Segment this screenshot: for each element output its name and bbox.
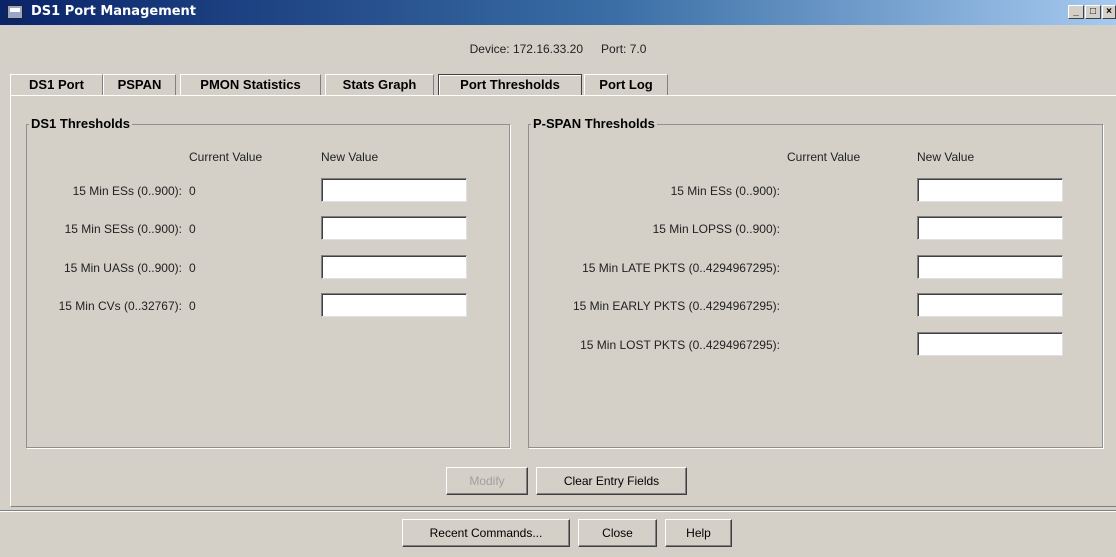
pspan-current-value-header: Current Value xyxy=(787,150,861,164)
tab-pmon-statistics[interactable]: PMON Statistics xyxy=(180,74,321,95)
ds1-cv-new-input[interactable] xyxy=(321,293,467,317)
ds1-uas-new-input[interactable] xyxy=(321,255,467,279)
device-info: Device: 172.16.33.20 Port: 7.0 xyxy=(0,42,1116,56)
clear-entry-fields-button[interactable]: Clear Entry Fields xyxy=(536,467,687,495)
ds1-cv-current: 0 xyxy=(189,299,196,313)
tab-ds1-port[interactable]: DS1 Port xyxy=(10,74,103,95)
pspan-es-new-input[interactable] xyxy=(917,178,1063,202)
ds1-es-label: 15 Min ESs (0..900): xyxy=(72,184,182,198)
footer-separator xyxy=(0,510,1116,512)
help-button[interactable]: Help xyxy=(665,519,732,547)
title-bar: DS1 Port Management _ □ × xyxy=(0,0,1116,25)
ds1-ses-label: 15 Min SESs (0..900): xyxy=(64,222,182,236)
ds1-current-value-header: Current Value xyxy=(189,150,263,164)
close-window-button[interactable]: × xyxy=(1102,5,1116,19)
pspan-lost-pkts-new-input[interactable] xyxy=(917,332,1063,356)
window-title: DS1 Port Management xyxy=(31,4,197,19)
pspan-lopss-new-input[interactable] xyxy=(917,216,1063,240)
ds1-es-new-input[interactable] xyxy=(321,178,467,202)
close-button[interactable]: Close xyxy=(578,519,657,547)
tab-port-log[interactable]: Port Log xyxy=(584,74,668,95)
modify-button[interactable]: Modify xyxy=(446,467,528,495)
ds1-thresholds-group: DS1 Thresholds xyxy=(26,116,510,448)
maximize-button[interactable]: □ xyxy=(1085,5,1101,19)
pspan-es-label: 15 Min ESs (0..900): xyxy=(670,184,780,198)
pspan-lopss-label: 15 Min LOPSS (0..900): xyxy=(652,222,780,236)
pspan-late-pkts-new-input[interactable] xyxy=(917,255,1063,279)
ds1-uas-current: 0 xyxy=(189,261,196,275)
pspan-new-value-header: New Value xyxy=(917,150,975,164)
pspan-lost-pkts-label: 15 Min LOST PKTS (0..4294967295): xyxy=(580,338,780,352)
minimize-button[interactable]: _ xyxy=(1068,5,1084,19)
pspan-thresholds-group: P-SPAN Thresholds xyxy=(528,116,1103,448)
ds1-uas-label: 15 Min UASs (0..900): xyxy=(63,261,182,275)
pspan-thresholds-title: P-SPAN Thresholds xyxy=(531,116,657,131)
ds1-es-current: 0 xyxy=(189,184,196,198)
ds1-thresholds-title: DS1 Thresholds xyxy=(29,116,132,131)
pspan-early-pkts-new-input[interactable] xyxy=(917,293,1063,317)
ds1-cv-label: 15 Min CVs (0..32767): xyxy=(58,299,182,313)
app-icon xyxy=(7,5,23,19)
recent-commands-button[interactable]: Recent Commands... xyxy=(402,519,570,547)
pspan-early-pkts-label: 15 Min EARLY PKTS (0..4294967295): xyxy=(572,299,780,313)
tab-port-thresholds[interactable]: Port Thresholds xyxy=(438,74,582,95)
ds1-ses-new-input[interactable] xyxy=(321,216,467,240)
tab-stats-graph[interactable]: Stats Graph xyxy=(325,74,434,95)
port-number: Port: 7.0 xyxy=(601,42,647,56)
device-address: Device: 172.16.33.20 xyxy=(469,42,584,56)
ds1-new-value-header: New Value xyxy=(321,150,379,164)
ds1-ses-current: 0 xyxy=(189,222,196,236)
pspan-late-pkts-label: 15 Min LATE PKTS (0..4294967295): xyxy=(582,261,780,275)
tab-pspan[interactable]: PSPAN xyxy=(103,74,176,95)
